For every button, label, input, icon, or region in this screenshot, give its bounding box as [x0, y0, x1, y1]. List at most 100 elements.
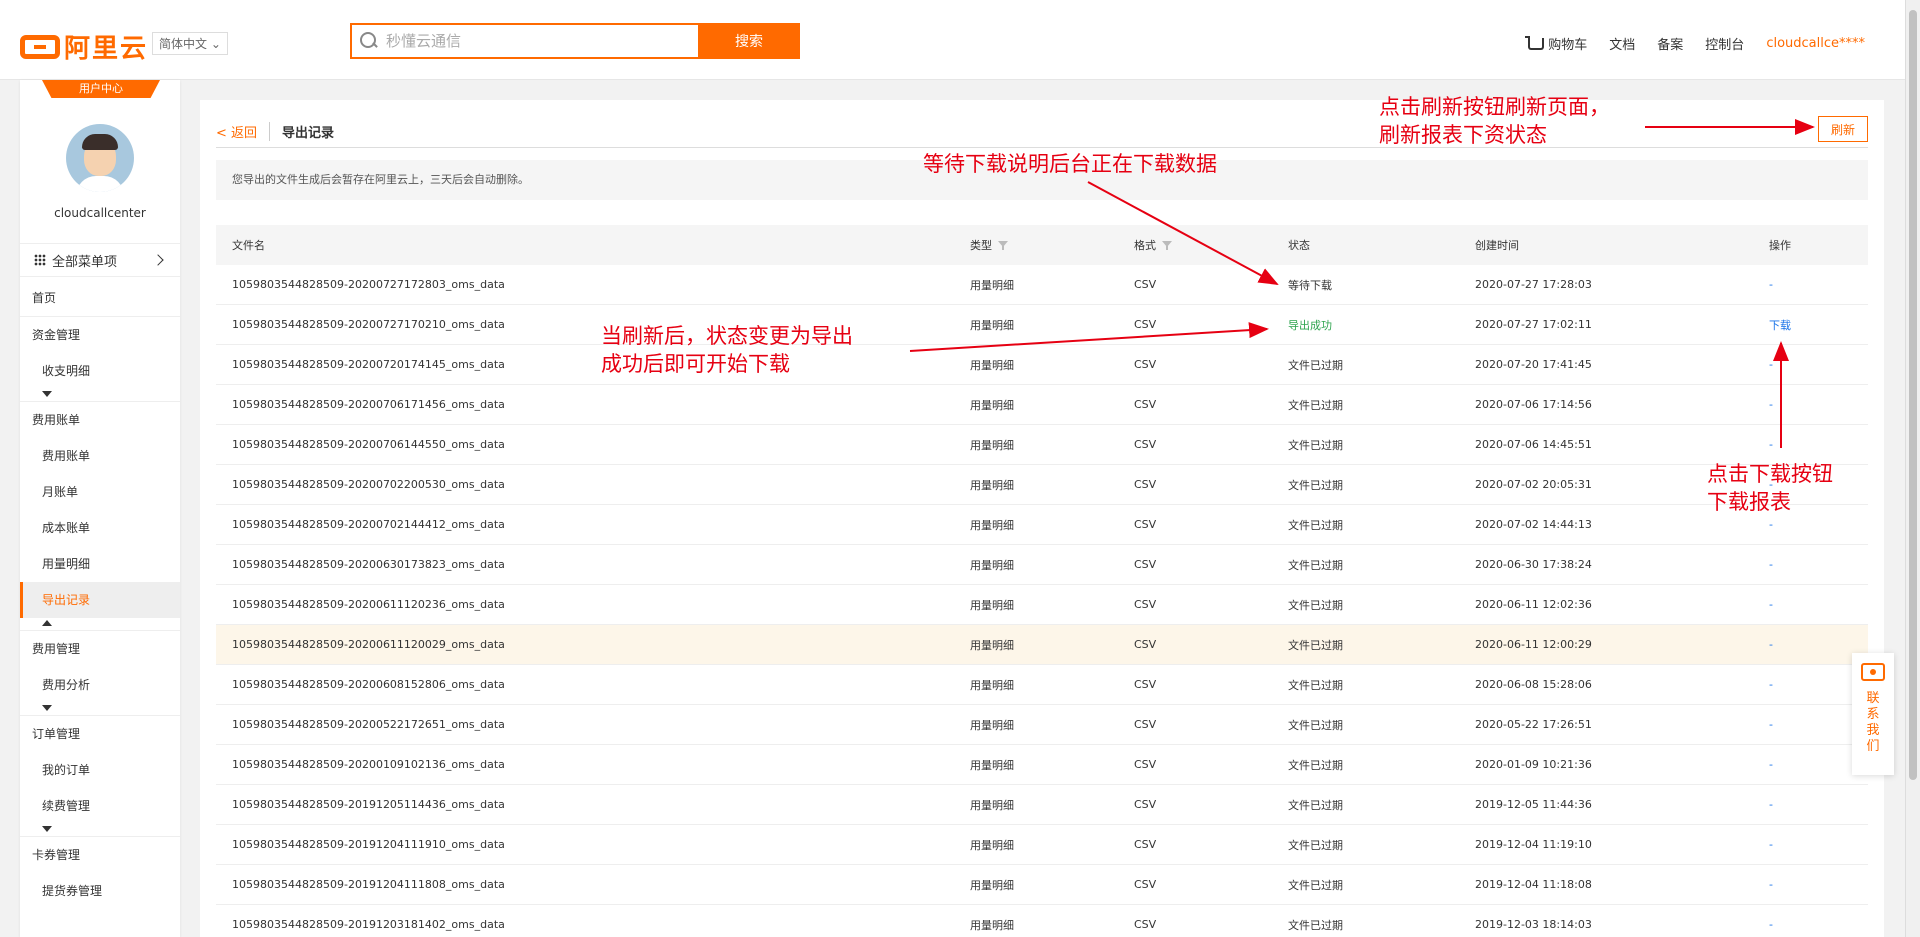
cell-type: 用量明细	[970, 758, 1014, 772]
refresh-button[interactable]: 刷新	[1818, 116, 1868, 142]
cell-status: 文件已过期	[1288, 558, 1343, 572]
cell-filename: 1059803544828509-20200630173823_oms_data	[232, 558, 505, 571]
cell-status: 文件已过期	[1288, 838, 1343, 852]
table-body: 1059803544828509-20200727172803_oms_data…	[216, 265, 1868, 937]
cell-status: 文件已过期	[1288, 878, 1343, 892]
page-scrollbar[interactable]	[1905, 0, 1920, 937]
column-header-format[interactable]: 格式	[1118, 237, 1272, 253]
icp-link[interactable]: 备案	[1657, 34, 1683, 53]
cell-operation: -	[1769, 398, 1773, 411]
sidebar-item-income-expense[interactable]: 收支明细	[20, 353, 180, 389]
column-header-name: 文件名	[232, 239, 265, 252]
brand-name: 阿里云	[64, 34, 149, 64]
table-row: 1059803544828509-20200727172803_oms_data…	[216, 265, 1868, 305]
sidebar-item-my-orders[interactable]: 我的订单	[20, 752, 180, 788]
cell-format: CSV	[1134, 478, 1157, 491]
all-menu-label: 全部菜单项	[52, 254, 118, 270]
all-menu-button[interactable]: 全部菜单项	[20, 243, 180, 277]
scrollbar-thumb[interactable]	[1909, 10, 1917, 780]
sidebar-item-renewal[interactable]: 续费管理	[20, 788, 180, 824]
cell-type: 用量明细	[970, 438, 1014, 452]
column-header-type[interactable]: 类型	[954, 237, 1118, 253]
cell-created-time: 2020-01-09 10:21:36	[1475, 758, 1592, 771]
cell-format: CSV	[1134, 838, 1157, 851]
cell-operation: -	[1769, 798, 1773, 811]
table-row: 1059803544828509-20191203181402_oms_data…	[216, 905, 1868, 937]
docs-link[interactable]: 文档	[1609, 34, 1635, 53]
filter-icon[interactable]	[1162, 240, 1172, 250]
sidebar-item-monthly[interactable]: 月账单	[20, 474, 180, 510]
aliyun-logo[interactable]: 阿里云	[20, 28, 148, 65]
avatar[interactable]	[66, 124, 134, 192]
cell-format: CSV	[1134, 638, 1157, 651]
sidebar-item-usage[interactable]: 用量明细	[20, 546, 180, 582]
collapse-toggle-icon[interactable]	[20, 389, 180, 401]
cell-type: 用量明细	[970, 358, 1014, 372]
cell-operation: -	[1769, 278, 1773, 291]
chat-icon	[1861, 663, 1885, 681]
sidebar-group-funds[interactable]: 资金管理	[20, 317, 180, 353]
cell-filename: 1059803544828509-20191203181402_oms_data	[232, 918, 505, 931]
cell-status: 文件已过期	[1288, 678, 1343, 692]
cell-format: CSV	[1134, 678, 1157, 691]
sidebar-item-cost[interactable]: 成本账单	[20, 510, 180, 546]
console-link[interactable]: 控制台	[1705, 34, 1744, 53]
sidebar-item-home[interactable]: 首页	[20, 280, 180, 316]
table-row: 1059803544828509-20200630173823_oms_data…	[216, 545, 1868, 585]
sidebar-group-vouchers[interactable]: 卡券管理	[20, 837, 180, 873]
collapse-toggle-icon[interactable]	[20, 703, 180, 715]
cell-format: CSV	[1134, 398, 1157, 411]
cell-created-time: 2019-12-05 11:44:36	[1475, 798, 1592, 811]
cell-type: 用量明细	[970, 638, 1014, 652]
sidebar-group-billing[interactable]: 费用账单	[20, 402, 180, 438]
cell-format: CSV	[1134, 438, 1157, 451]
cell-type: 用量明细	[970, 718, 1014, 732]
search-input[interactable]	[386, 32, 686, 50]
collapse-toggle-icon[interactable]	[20, 824, 180, 836]
sidebar-item-pickup[interactable]: 提货券管理	[20, 873, 180, 909]
annotation-refresh-line1: 点击刷新按钮刷新页面，	[1379, 95, 1610, 119]
sidebar-item-export[interactable]: 导出记录	[20, 582, 180, 618]
cell-operation: -	[1769, 558, 1773, 571]
table-row: 1059803544828509-20200611120029_oms_data…	[216, 625, 1868, 665]
cell-operation: -	[1769, 358, 1773, 371]
cell-status: 文件已过期	[1288, 398, 1343, 412]
cart-link[interactable]: 购物车	[1525, 34, 1587, 53]
cell-type: 用量明细	[970, 598, 1014, 612]
expand-toggle-icon[interactable]	[20, 618, 180, 630]
table-row: 1059803544828509-20200109102136_oms_data…	[216, 745, 1868, 785]
cell-type: 用量明细	[970, 478, 1014, 492]
back-link[interactable]: < 返回	[216, 122, 271, 141]
sidebar-item-cost-analysis[interactable]: 费用分析	[20, 667, 180, 703]
annotation-refresh: 点击刷新按钮刷新页面， 刷新报表下资状态	[1379, 93, 1610, 149]
cell-operation: -	[1769, 518, 1773, 531]
cell-operation: -	[1769, 838, 1773, 851]
language-select[interactable]: 简体中文 ⌄	[152, 32, 228, 55]
table-row: 1059803544828509-20191204111910_oms_data…	[216, 825, 1868, 865]
sidebar-group-orders[interactable]: 订单管理	[20, 716, 180, 752]
download-link[interactable]: 下载	[1753, 317, 1868, 333]
account-name[interactable]: cloudcallce****	[1766, 36, 1865, 51]
user-center-tag: 用户中心	[42, 80, 160, 98]
language-label: 简体中文	[159, 37, 208, 51]
cell-format: CSV	[1134, 558, 1157, 571]
sidebar-item-bill[interactable]: 费用账单	[20, 438, 180, 474]
cell-created-time: 2020-06-30 17:38:24	[1475, 558, 1592, 571]
table-row: 1059803544828509-20191205114436_oms_data…	[216, 785, 1868, 825]
cell-created-time: 2020-05-22 17:26:51	[1475, 718, 1592, 731]
contact-us-widget[interactable]: 联系我们	[1852, 653, 1894, 775]
top-bar: 阿里云 简体中文 ⌄ 搜索 购物车 文档 备案 控制台 cloudcallce*…	[0, 0, 1905, 80]
cell-type: 用量明细	[970, 678, 1014, 692]
cell-type: 用量明细	[970, 398, 1014, 412]
search-button[interactable]: 搜索	[698, 23, 800, 59]
aliyun-logo-icon	[20, 34, 60, 59]
table-row: 1059803544828509-20200608152806_oms_data…	[216, 665, 1868, 705]
table-row: 1059803544828509-20200611120236_oms_data…	[216, 585, 1868, 625]
sidebar-group-cost-mgmt[interactable]: 费用管理	[20, 631, 180, 667]
filter-icon[interactable]	[998, 240, 1008, 250]
cell-status: 文件已过期	[1288, 478, 1343, 492]
cell-operation: -	[1769, 678, 1773, 691]
annotation-download: 点击下载按钮 下载报表	[1707, 460, 1833, 516]
sidebar: 用户中心 cloudcallcenter 全部菜单项 首页 资金管理 收支明细 …	[20, 80, 180, 937]
cell-operation: -	[1769, 878, 1773, 891]
